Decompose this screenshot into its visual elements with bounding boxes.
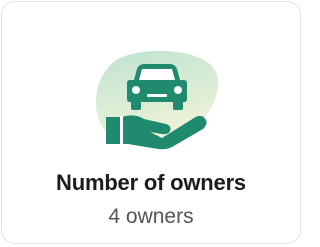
card-title: Number of owners: [56, 170, 246, 195]
car-in-hand-icon: [92, 50, 222, 150]
owners-card[interactable]: Number of owners 4 owners: [1, 1, 301, 244]
owners-count: 4 owners: [108, 205, 194, 228]
